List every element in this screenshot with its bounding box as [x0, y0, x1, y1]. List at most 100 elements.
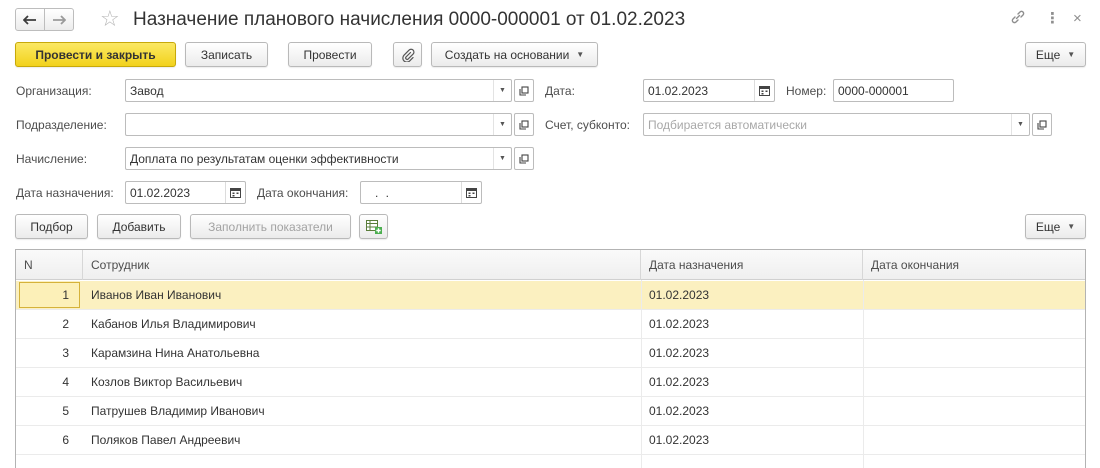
table-header: N Сотрудник Дата назначения Дата окончан…	[16, 250, 1085, 280]
employee-cell: Карамзина Нина Анатольевна	[91, 346, 260, 360]
assign-date-label: Дата назначения:	[16, 186, 114, 200]
end-date-field[interactable]: . .	[360, 181, 482, 204]
forward-button[interactable]	[44, 8, 74, 31]
table-more-button[interactable]: Еще ▼	[1025, 214, 1086, 239]
pick-button[interactable]: Подбор	[15, 214, 88, 239]
table-row[interactable]: 1 Иванов Иван Иванович 01.02.2023	[16, 281, 1085, 310]
assign-date-cell: 01.02.2023	[649, 346, 710, 360]
row-number: 3	[62, 346, 69, 360]
table-row[interactable]: 6 Поляков Павел Андреевич 01.02.2023	[16, 426, 1085, 455]
employee-cell: Иванов Иван Иванович	[91, 288, 222, 302]
link-icon[interactable]	[1010, 9, 1026, 31]
assign-date-cell: 01.02.2023	[649, 404, 710, 418]
assign-date-cell: 01.02.2023	[649, 433, 710, 447]
calendar-icon[interactable]	[754, 80, 774, 101]
dropdown-arrow-icon[interactable]: ▼	[493, 148, 511, 169]
fill-indicators-button[interactable]: Заполнить показатели	[190, 214, 351, 239]
column-header-assign-date[interactable]: Дата назначения	[641, 250, 863, 280]
employee-cell: Поляков Павел Андреевич	[91, 433, 241, 447]
assign-date-field[interactable]: 01.02.2023	[125, 181, 246, 204]
post-button[interactable]: Провести	[288, 42, 372, 67]
create-based-on-label: Создать на основании	[444, 47, 570, 62]
chevron-down-icon: ▼	[576, 50, 585, 59]
open-window-icon	[519, 153, 529, 164]
dropdown-arrow-icon[interactable]: ▼	[493, 80, 511, 101]
organization-value: Завод	[130, 83, 164, 98]
table-row[interactable]: 4 Козлов Виктор Васильевич 01.02.2023	[16, 368, 1085, 397]
calendar-icon[interactable]	[225, 182, 245, 203]
create-based-on-button[interactable]: Создать на основании ▼	[431, 42, 598, 67]
employee-cell: Козлов Виктор Васильевич	[91, 375, 243, 389]
close-icon[interactable]: ×	[1073, 9, 1082, 29]
employees-table[interactable]: N Сотрудник Дата назначения Дата окончан…	[15, 249, 1086, 468]
page-title: Назначение планового начисления 0000-000…	[133, 9, 686, 30]
row-number: 4	[62, 375, 69, 389]
number-label: Номер:	[786, 84, 827, 98]
open-window-icon	[519, 85, 529, 96]
attach-button[interactable]	[393, 42, 422, 67]
number-value: 0000-000001	[838, 83, 909, 98]
end-date-label: Дата окончания:	[257, 186, 349, 200]
calendar-icon[interactable]	[461, 182, 481, 203]
open-window-icon	[519, 119, 529, 130]
more-button[interactable]: Еще ▼	[1025, 42, 1086, 67]
department-label: Подразделение:	[16, 118, 107, 132]
row-number: 5	[62, 404, 69, 418]
organization-field[interactable]: Завод ▼	[125, 79, 512, 102]
organization-label: Организация:	[16, 84, 92, 98]
accrual-label: Начисление:	[16, 152, 88, 166]
employee-cell: Кабанов Илья Владимирович	[91, 317, 256, 331]
arrow-left-icon	[23, 14, 36, 25]
table-more-label: Еще	[1035, 219, 1061, 234]
more-label: Еще	[1035, 47, 1061, 62]
add-button[interactable]: Добавить	[97, 214, 181, 239]
column-divider	[863, 280, 864, 468]
row-number: 2	[62, 317, 69, 331]
back-button[interactable]	[15, 8, 45, 31]
date-label: Дата:	[545, 84, 575, 98]
row-selection-box	[19, 282, 80, 308]
table-settings-button[interactable]	[359, 214, 388, 239]
chevron-down-icon: ▼	[1067, 222, 1076, 231]
save-button[interactable]: Записать	[185, 42, 268, 67]
post-and-close-button[interactable]: Провести и закрыть	[15, 42, 176, 67]
accrual-value: Доплата по результатам оценки эффективно…	[130, 151, 399, 166]
table-row[interactable]: 5 Патрушев Владимир Иванович 01.02.2023	[16, 397, 1085, 426]
more-vertical-icon[interactable]: ⋮	[1045, 9, 1060, 29]
column-header-employee[interactable]: Сотрудник	[83, 250, 641, 280]
accrual-open-button[interactable]	[514, 147, 534, 170]
employee-cell: Патрушев Владимир Иванович	[91, 404, 265, 418]
assign-date-cell: 01.02.2023	[649, 288, 710, 302]
favorite-star-icon[interactable]: ☆	[100, 6, 120, 32]
date-field[interactable]: 01.02.2023	[643, 79, 775, 102]
column-header-end-date[interactable]: Дата окончания	[863, 250, 1085, 280]
column-header-n[interactable]: N	[16, 250, 83, 280]
table-row[interactable]: 3 Карамзина Нина Анатольевна 01.02.2023	[16, 339, 1085, 368]
organization-open-button[interactable]	[514, 79, 534, 102]
row-number: 1	[62, 288, 69, 302]
accrual-field[interactable]: Доплата по результатам оценки эффективно…	[125, 147, 512, 170]
row-number-cell: 1	[16, 281, 80, 310]
dropdown-arrow-icon[interactable]: ▼	[493, 114, 511, 135]
account-field[interactable]: Подбирается автоматически ▼	[643, 113, 1030, 136]
assign-date-cell: 01.02.2023	[649, 317, 710, 331]
column-divider	[641, 280, 642, 468]
open-window-icon	[1037, 119, 1047, 130]
number-field[interactable]: 0000-000001	[833, 79, 954, 102]
account-open-button[interactable]	[1032, 113, 1052, 136]
account-label: Счет, субконто:	[545, 118, 630, 132]
account-placeholder: Подбирается автоматически	[648, 117, 807, 132]
row-number: 6	[62, 433, 69, 447]
arrow-right-icon	[53, 14, 66, 25]
chevron-down-icon: ▼	[1067, 50, 1076, 59]
end-date-value: . .	[375, 185, 392, 200]
date-value: 01.02.2023	[648, 83, 709, 98]
department-open-button[interactable]	[514, 113, 534, 136]
dropdown-arrow-icon[interactable]: ▼	[1011, 114, 1029, 135]
department-field[interactable]: ▼	[125, 113, 512, 136]
table-add-icon	[365, 219, 382, 234]
assign-date-cell: 01.02.2023	[649, 375, 710, 389]
paperclip-icon	[401, 48, 415, 62]
assign-date-value: 01.02.2023	[130, 185, 191, 200]
table-row[interactable]: 2 Кабанов Илья Владимирович 01.02.2023	[16, 310, 1085, 339]
